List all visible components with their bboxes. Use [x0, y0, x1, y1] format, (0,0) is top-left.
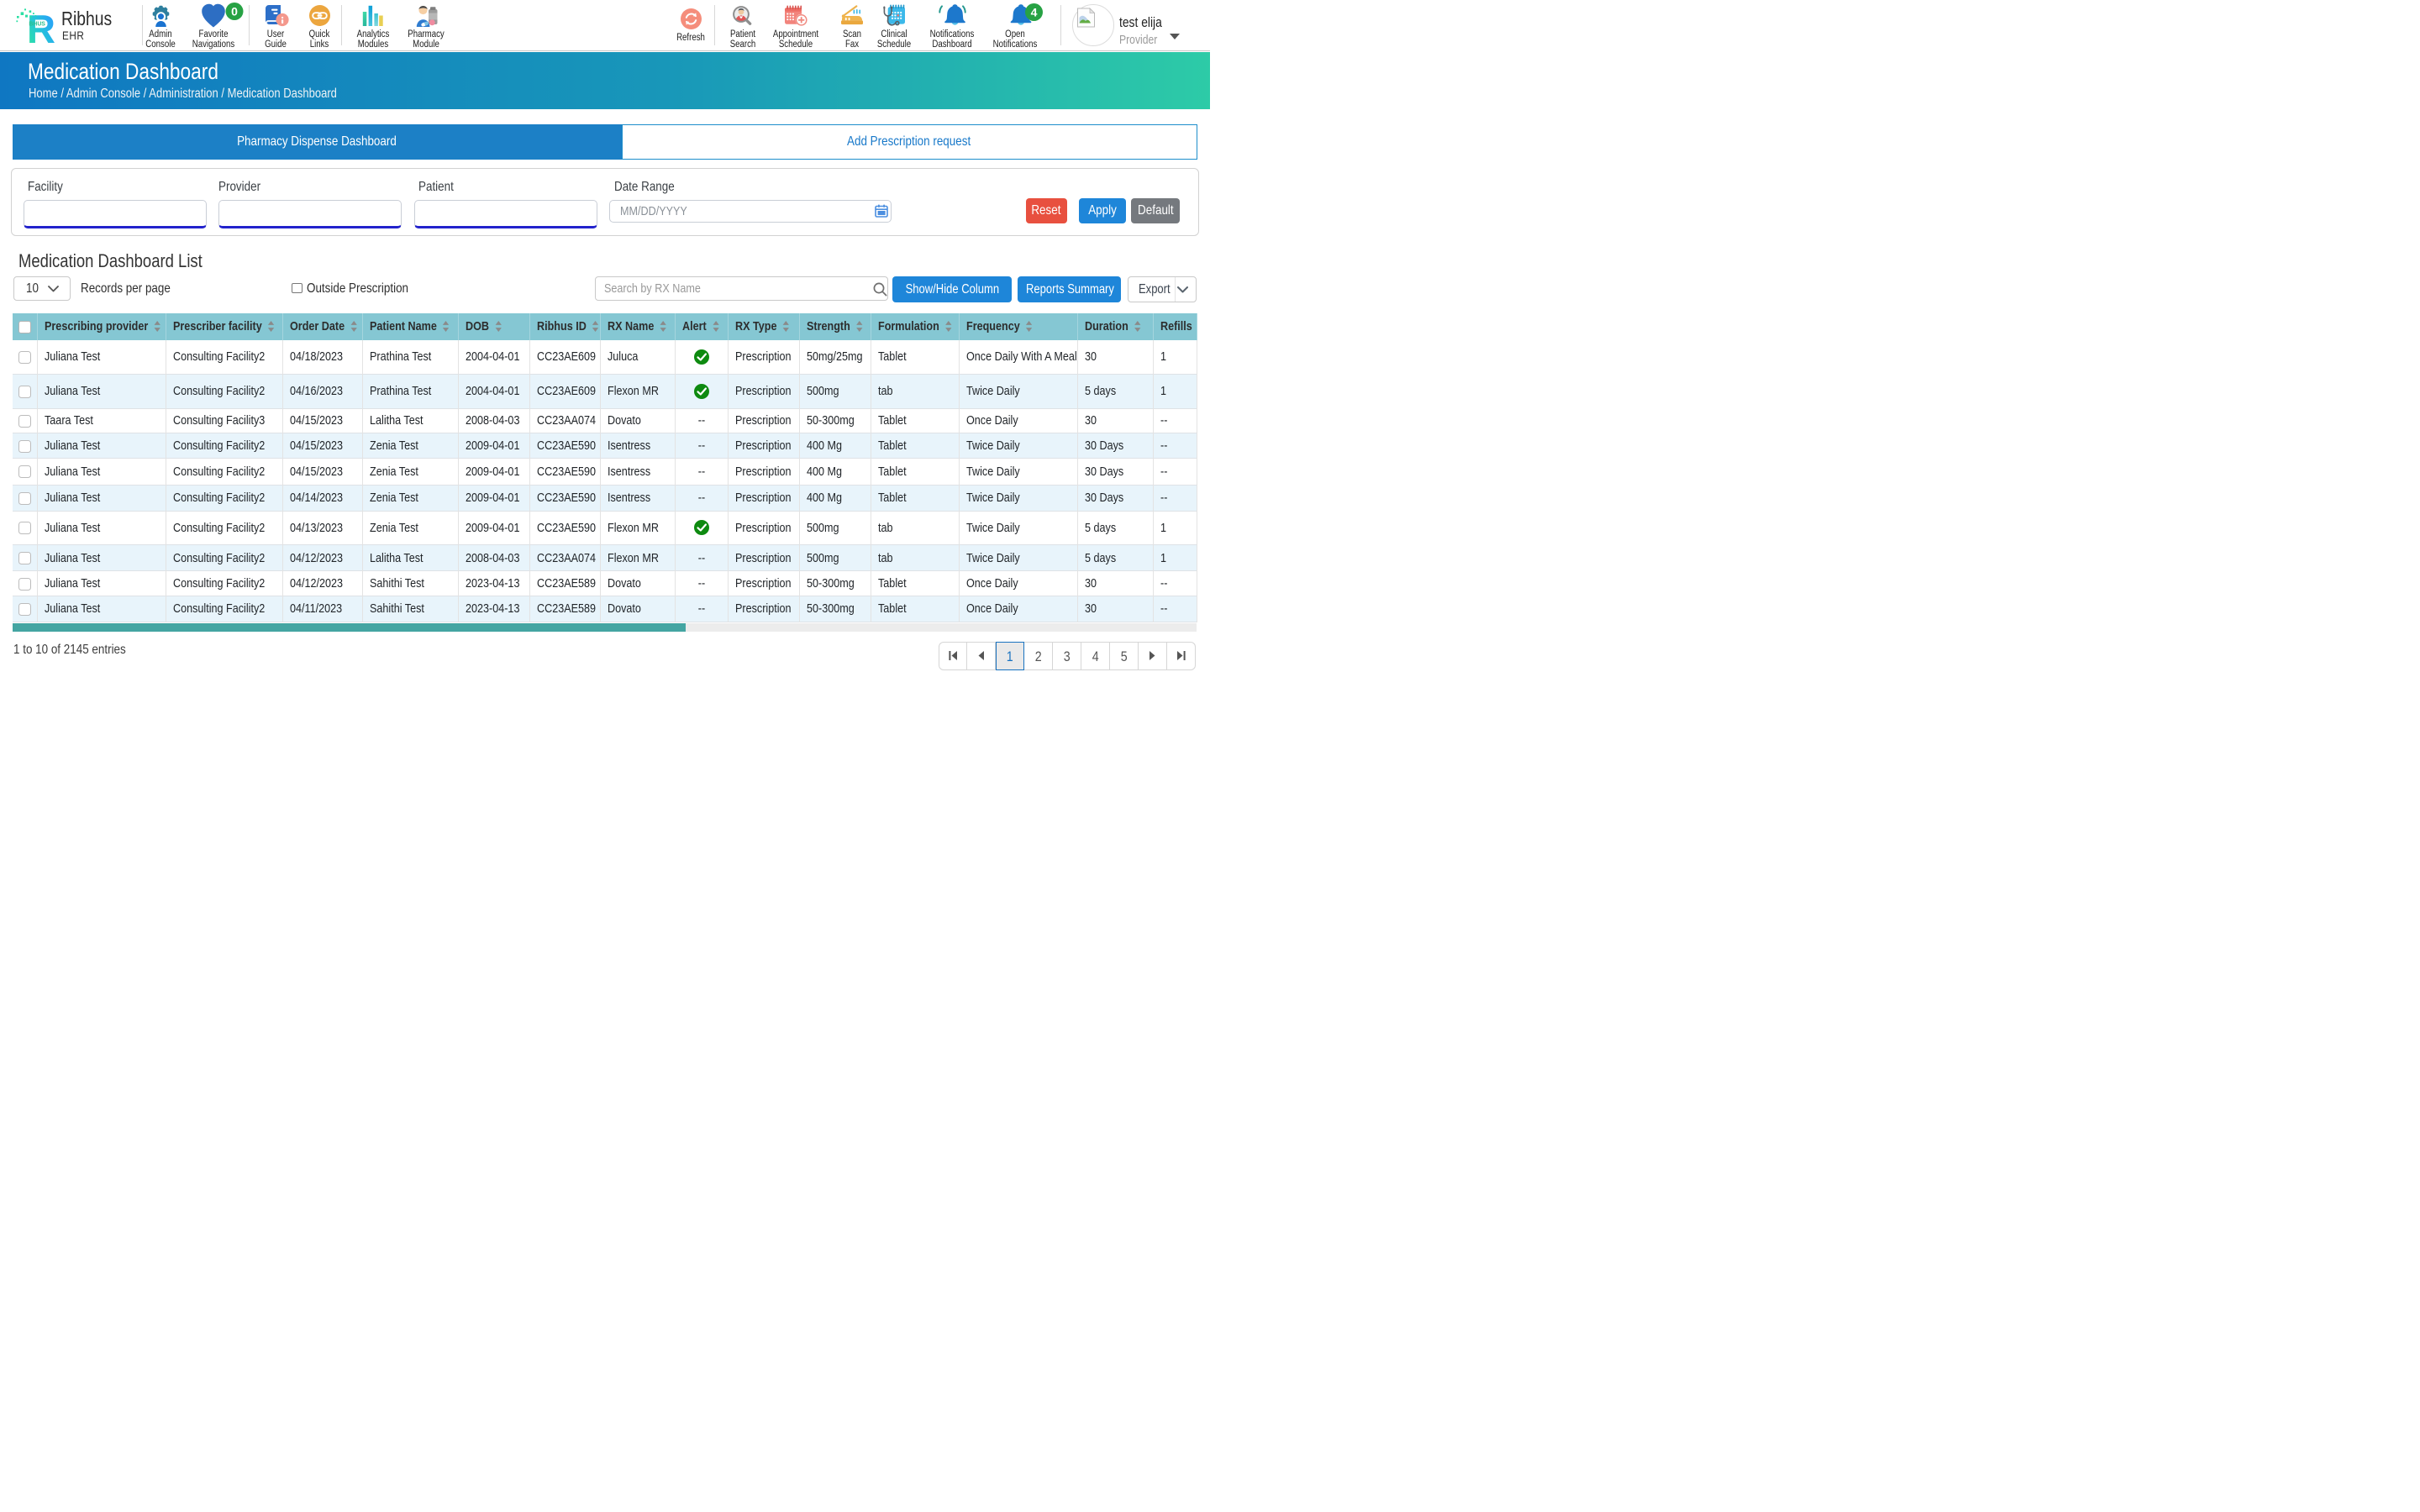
svg-text:4: 4 — [1031, 5, 1038, 18]
svg-text:BHUS: BHUS — [29, 19, 45, 27]
